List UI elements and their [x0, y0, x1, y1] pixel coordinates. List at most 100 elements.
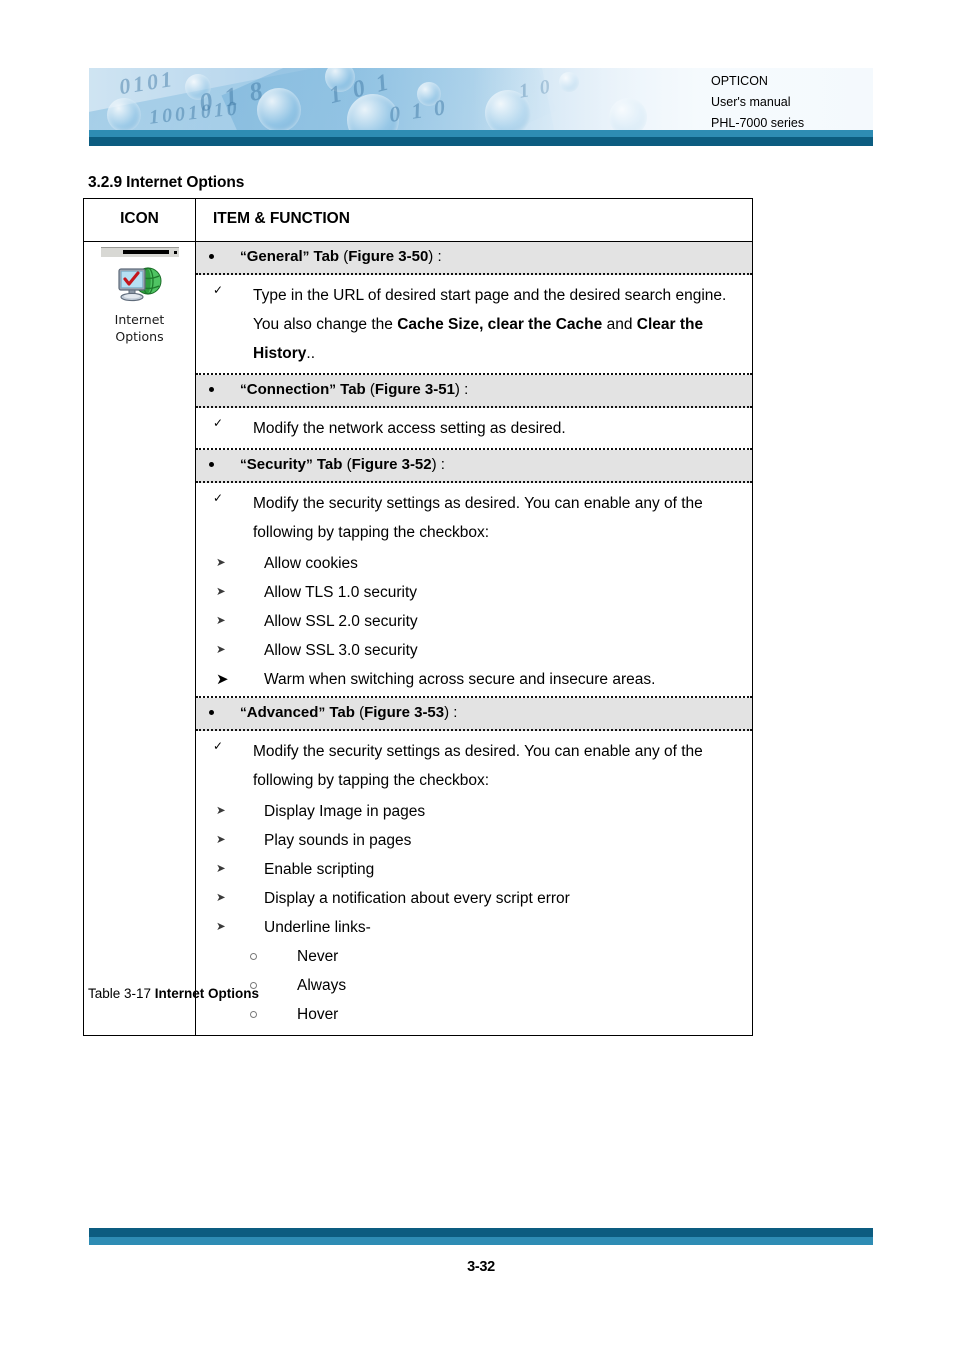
paragraph-run: Modify the network access setting as des… [253, 420, 566, 437]
quote-close: ” [305, 457, 313, 472]
table-caption-title: Internet Options [154, 986, 260, 1001]
figure-ref-general: Figure 3-50 [348, 248, 429, 265]
radio-list-item-label: Never [297, 948, 339, 965]
bullet-icon [209, 710, 214, 715]
header-rule-teal [89, 130, 873, 137]
list-item-label: Warm when switching across secure and in… [264, 671, 656, 688]
list-item-label: Display Image in pages [264, 803, 426, 820]
quote-open: “ [240, 705, 247, 720]
header-company-name: OPTICON [711, 74, 768, 88]
tab-word: Tab [336, 381, 370, 398]
header-document-type: User's manual [711, 95, 791, 109]
titlebar-dot [173, 251, 177, 254]
tab-band-general: “General” Tab (Figure 3-50) : [196, 242, 752, 275]
titlebar-line [122, 250, 169, 254]
column-header-icon: ICON [84, 199, 196, 241]
window-titlebar-fragment [100, 247, 179, 257]
column-header-item-function: ITEM & FUNCTION [213, 210, 350, 227]
checkmark-icon: ✓ [213, 283, 224, 297]
arrow-right-icon: ➤ [216, 671, 229, 688]
list-item: ➤ Display Image in pages [196, 797, 752, 826]
bullet-icon [209, 254, 214, 259]
footer-rule-teal [89, 1237, 873, 1245]
list-item: ➤ Enable scripting [196, 855, 752, 884]
list-item-label: Allow cookies [264, 555, 358, 572]
list-item: ➤ Allow SSL 2.0 security [196, 607, 752, 636]
paren-close: ) : [454, 381, 469, 398]
radio-list-item: Hover [196, 1000, 752, 1029]
icon-screenshot-fragment [100, 247, 179, 310]
paragraph-advanced: ✓ Modify the security settings as desire… [196, 731, 752, 797]
list-item: ➤ Allow TLS 1.0 security [196, 578, 752, 607]
quote-close: ” [329, 382, 336, 397]
paragraph-run: .. [306, 345, 316, 362]
figure-ref-advanced: Figure 3-53 [364, 704, 445, 721]
tab-name-general: General [246, 248, 303, 265]
table-header-row: ICON ITEM & FUNCTION [84, 199, 752, 242]
list-item-label: Allow SSL 3.0 security [264, 642, 418, 659]
radio-list-item-label: Always [297, 977, 347, 994]
list-item-label: Underline links- [264, 919, 371, 936]
page-number: 3-32 [467, 1259, 495, 1275]
arrow-right-icon: ➤ [216, 586, 226, 598]
tab-word: Tab [309, 248, 344, 265]
item-function-cell: “General” Tab (Figure 3-50) : ✓ Type in … [196, 242, 752, 1035]
arrow-right-icon: ➤ [216, 557, 226, 569]
paragraph-run-bold: Cache Size, clear the Cache [397, 316, 603, 333]
table-caption-prefix: Table 3-17 [88, 986, 155, 1001]
paragraph-general: ✓ Type in the URL of desired start page … [196, 275, 752, 375]
tab-band-connection: “Connection” Tab (Figure 3-51) : [196, 375, 752, 408]
icon-caption-line2: Options [115, 329, 164, 344]
list-item-label: Enable scripting [264, 861, 375, 878]
bullet-icon [209, 462, 214, 467]
page-header: 0101 0 1 8 1001010 1 0 1 0 1 0 1 0 OPTIC… [89, 68, 873, 146]
figure-ref-security: Figure 3-52 [351, 456, 432, 473]
icon-caption: Internet Options [84, 311, 195, 345]
quote-open: “ [240, 382, 247, 397]
paragraph-security: ✓ Modify the security settings as desire… [196, 483, 752, 549]
icon-cell: Internet Options [84, 242, 196, 1035]
radio-list-item-label: Hover [297, 1006, 339, 1023]
arrow-right-icon: ➤ [216, 805, 226, 817]
paren-close: ) : [444, 704, 458, 721]
tab-name-connection: Connection [246, 381, 330, 398]
checkmark-icon: ✓ [213, 739, 224, 753]
paragraph-run: and [602, 316, 637, 333]
tab-band-advanced: “Advanced” Tab (Figure 3-53) : [196, 698, 752, 731]
list-item-label: Allow TLS 1.0 security [264, 584, 418, 601]
paren-close: ) : [428, 248, 442, 265]
tab-name-advanced: Advanced [246, 704, 319, 721]
bullet-icon [209, 387, 214, 392]
list-item-label: Allow SSL 2.0 security [264, 613, 418, 630]
tab-band-security: “Security” Tab (Figure 3-52) : [196, 450, 752, 483]
tab-word: Tab [312, 456, 347, 473]
arrow-right-icon: ➤ [216, 615, 226, 627]
table-row: Internet Options “General” Tab (Figure 3… [84, 242, 752, 1035]
header-rule-navy [89, 137, 873, 146]
page-footer: 3-32 [89, 1228, 873, 1275]
arrow-right-icon: ➤ [216, 921, 226, 933]
arrow-right-icon: ➤ [216, 892, 226, 904]
table-caption: Table 3-17 Internet Options [88, 986, 259, 1001]
footer-rule-navy [89, 1228, 873, 1237]
radio-list-item: Never [196, 942, 752, 971]
arrow-right-icon: ➤ [216, 863, 226, 875]
paragraph-run: Modify the security settings as desired.… [253, 495, 703, 541]
list-item: ➤ Play sounds in pages [196, 826, 752, 855]
radio-list-item: Always [196, 971, 752, 1000]
paragraph-connection: ✓ Modify the network access setting as d… [196, 408, 752, 450]
radio-circle-icon [250, 953, 257, 960]
header-identification-block: OPTICON User's manual PHL-7000 series [711, 71, 871, 134]
list-item-label: Display a notification about every scrip… [264, 890, 570, 907]
radio-circle-icon [250, 1011, 257, 1018]
quote-open: “ [240, 249, 247, 264]
quote-open: “ [240, 457, 247, 472]
checkmark-icon: ✓ [213, 416, 224, 430]
list-item-label: Play sounds in pages [264, 832, 412, 849]
arrow-right-icon: ➤ [216, 644, 226, 656]
list-item: ➤ Display a notification about every scr… [196, 884, 752, 913]
list-item: ➤ Allow SSL 3.0 security [196, 636, 752, 665]
list-item: ➤ Underline links- [196, 913, 752, 942]
internet-options-icon[interactable] [112, 260, 168, 310]
tab-word: Tab [325, 704, 360, 721]
